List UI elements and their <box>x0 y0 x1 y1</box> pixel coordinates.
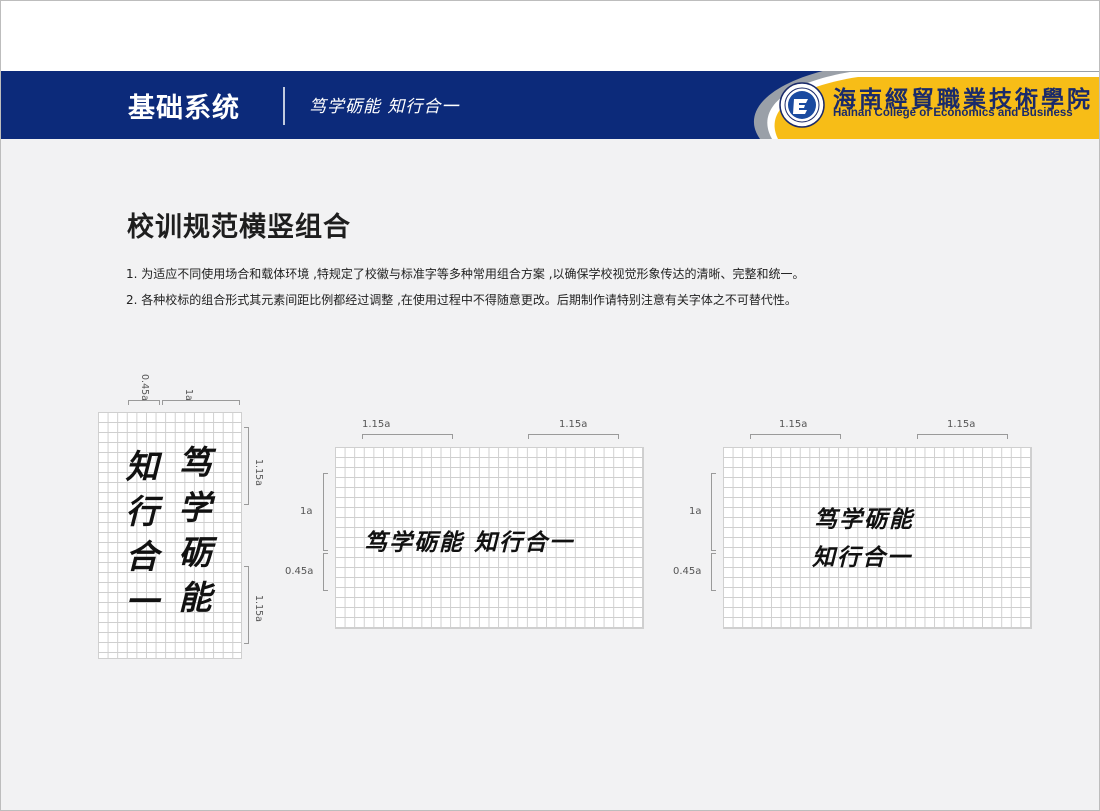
calligraphy-char: 一 <box>125 582 159 621</box>
dimension-label: 1.15a <box>253 459 264 486</box>
dimension-bracket <box>711 553 716 591</box>
note-line: 2. 各种校标的组合形式其元素间距比例都经过调整 ,在使用过程中不得随意更改。后… <box>126 293 797 307</box>
calligraphy-char: 笃 <box>178 443 212 482</box>
dimension-bracket <box>362 434 453 439</box>
dimension-bracket <box>244 427 249 505</box>
calligraphy-char: 知 <box>125 447 159 486</box>
dimension-bracket <box>711 473 716 551</box>
calligraphy-column-left: 知 行 合 一 <box>124 444 160 624</box>
calligraphy-column-right: 笃 学 砺 能 <box>177 440 213 620</box>
dimension-label: 1a <box>183 389 194 401</box>
dimension-bracket <box>528 434 619 439</box>
page-title: 校训规范横竖组合 <box>127 212 351 243</box>
college-emblem-icon <box>779 82 825 128</box>
notes: 1. 为适应不同使用场合和载体环境 ,特规定了校徽与标准字等多种常用组合方案 ,… <box>126 266 805 318</box>
header-slogan: 笃学砺能 知行合一 <box>309 97 460 117</box>
dimension-bracket <box>917 434 1008 439</box>
dimension-label: 0.45a <box>673 566 702 577</box>
dimension-bracket <box>750 434 841 439</box>
calligraphy-line: 笃学砺能 知行合一 <box>364 529 575 556</box>
dimension-bracket <box>323 473 328 551</box>
calligraphy-char: 行 <box>125 492 159 531</box>
calligraphy-char: 学 <box>178 488 212 527</box>
note-line: 1. 为适应不同使用场合和载体环境 ,特规定了校徽与标准字等多种常用组合方案 ,… <box>126 267 805 281</box>
dimension-label: 1.15a <box>559 419 588 430</box>
dimension-label: 1a <box>300 506 313 517</box>
calligraphy-char: 能 <box>178 578 212 617</box>
dimension-bracket <box>323 553 328 591</box>
college-name-en: Hainan College of Economics and Business <box>833 107 1073 119</box>
dimension-label: 1.15a <box>947 419 976 430</box>
section-title: 基础系统 <box>128 93 240 124</box>
dimension-label: 0.45a <box>139 374 150 401</box>
dimension-bracket <box>244 566 249 644</box>
dimension-label: 0.45a <box>285 566 314 577</box>
dimension-label: 1a <box>689 506 702 517</box>
dimension-label: 1.15a <box>779 419 808 430</box>
dimension-label: 1.15a <box>362 419 391 430</box>
vertical-grid <box>98 412 242 659</box>
top-margin <box>1 1 1099 71</box>
calligraphy-line-2: 知行合一 <box>812 544 912 571</box>
calligraphy-char: 合 <box>125 537 159 576</box>
dimension-label: 1.15a <box>253 595 264 622</box>
calligraphy-line-1: 笃学砺能 <box>814 506 914 533</box>
dimension-bracket <box>162 400 240 405</box>
calligraphy-char: 砺 <box>178 533 212 572</box>
